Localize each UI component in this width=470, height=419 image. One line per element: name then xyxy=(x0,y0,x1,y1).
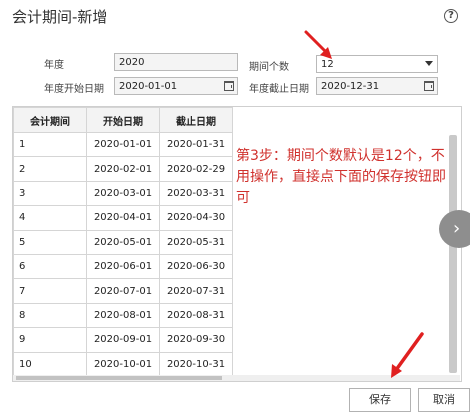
start-date-field[interactable]: 2020-01-01 xyxy=(114,77,238,95)
period-cell: 9 xyxy=(13,327,87,353)
end-date-value: 2020-12-31 xyxy=(321,81,380,92)
calendar-icon[interactable] xyxy=(224,81,234,91)
table-header-row: 会计期间 开始日期 截止日期 xyxy=(13,107,233,133)
table-row[interactable]: 4 2020-04-01 2020-04-30 xyxy=(13,205,233,231)
start-date-value: 2020-01-01 xyxy=(119,81,178,92)
period-cell: 10 xyxy=(13,351,87,377)
end-date-cell: 2020-05-31 xyxy=(159,229,233,255)
period-cell: 2 xyxy=(13,156,87,182)
chevron-down-icon xyxy=(425,61,433,66)
dialog-title: 会计期间-新增 xyxy=(12,8,108,26)
chevron-right-icon: › xyxy=(453,218,461,239)
table-row[interactable]: 6 2020-06-01 2020-06-30 xyxy=(13,253,233,280)
end-date-cell: 2020-02-29 xyxy=(159,156,233,182)
save-button[interactable]: 保存 xyxy=(349,388,411,412)
period-cell: 4 xyxy=(13,205,87,231)
year-value: 2020 xyxy=(119,57,145,68)
end-date-cell: 2020-09-30 xyxy=(159,327,233,353)
start-date-cell: 2020-01-01 xyxy=(86,131,160,158)
table-row[interactable]: 10 2020-10-01 2020-10-31 xyxy=(13,351,233,377)
end-date-cell: 2020-04-30 xyxy=(159,205,233,231)
table-row[interactable]: 7 2020-07-01 2020-07-31 xyxy=(13,278,233,304)
red-arrow-icon xyxy=(304,30,332,59)
end-date-cell: 2020-10-31 xyxy=(159,351,233,377)
start-date-cell: 2020-08-01 xyxy=(86,302,160,329)
period-cell: 7 xyxy=(13,278,87,304)
end-date-cell: 2020-06-30 xyxy=(159,253,233,280)
start-date-cell: 2020-06-01 xyxy=(86,253,160,280)
start-date-cell: 2020-05-01 xyxy=(86,229,160,255)
end-date-cell: 2020-03-31 xyxy=(159,180,233,207)
accounting-period-dialog: 会计期间-新增 ? 年度 2020 期间个数 12 年度开始日期 2020-01… xyxy=(0,0,470,419)
start-date-cell: 2020-10-01 xyxy=(86,351,160,377)
start-date-cell: 2020-03-01 xyxy=(86,180,160,207)
table-row[interactable]: 1 2020-01-01 2020-01-31 xyxy=(13,131,233,158)
period-cell: 3 xyxy=(13,180,87,207)
period-count-label: 期间个数 xyxy=(249,62,289,73)
start-date-cell: 2020-02-01 xyxy=(86,156,160,182)
start-date-cell: 2020-09-01 xyxy=(86,327,160,353)
period-cell: 8 xyxy=(13,302,87,329)
end-date-cell: 2020-07-31 xyxy=(159,278,233,304)
table-row[interactable]: 3 2020-03-01 2020-03-31 xyxy=(13,180,233,207)
year-label: 年度 xyxy=(44,60,64,71)
end-date-label: 年度截止日期 xyxy=(249,84,309,95)
end-date-cell: 2020-08-31 xyxy=(159,302,233,329)
period-cell: 5 xyxy=(13,229,87,255)
column-header-period[interactable]: 会计期间 xyxy=(13,107,87,133)
calendar-icon[interactable] xyxy=(424,81,434,91)
end-date-cell: 2020-01-31 xyxy=(159,131,233,158)
start-date-cell: 2020-04-01 xyxy=(86,205,160,231)
start-date-label: 年度开始日期 xyxy=(44,84,104,95)
question-icon[interactable]: ? xyxy=(444,9,458,23)
year-field[interactable]: 2020 xyxy=(114,53,238,71)
end-date-field[interactable]: 2020-12-31 xyxy=(316,77,438,95)
column-header-end-date[interactable]: 截止日期 xyxy=(159,107,233,133)
table-row[interactable]: 9 2020-09-01 2020-09-30 xyxy=(13,327,233,353)
table-row[interactable]: 5 2020-05-01 2020-05-31 xyxy=(13,229,233,255)
start-date-cell: 2020-07-01 xyxy=(86,278,160,304)
table-row[interactable]: 2 2020-02-01 2020-02-29 xyxy=(13,156,233,182)
column-header-start-date[interactable]: 开始日期 xyxy=(86,107,160,133)
cancel-button[interactable]: 取消 xyxy=(418,388,470,412)
red-arrow-icon xyxy=(391,332,424,378)
period-cell: 6 xyxy=(13,253,87,280)
period-cell: 1 xyxy=(13,131,87,158)
instruction-annotation: 第3步：期间个数默认是12个，不用操作，直接点下面的保存按钮即可 xyxy=(236,148,446,206)
table-row[interactable]: 8 2020-08-01 2020-08-31 xyxy=(13,302,233,329)
dialog-titlebar: 会计期间-新增 ? xyxy=(0,0,470,32)
horizontal-scrollbar-thumb[interactable] xyxy=(16,376,222,380)
period-table: 会计期间 开始日期 截止日期 1 2020-01-01 2020-01-31 2… xyxy=(13,107,233,377)
